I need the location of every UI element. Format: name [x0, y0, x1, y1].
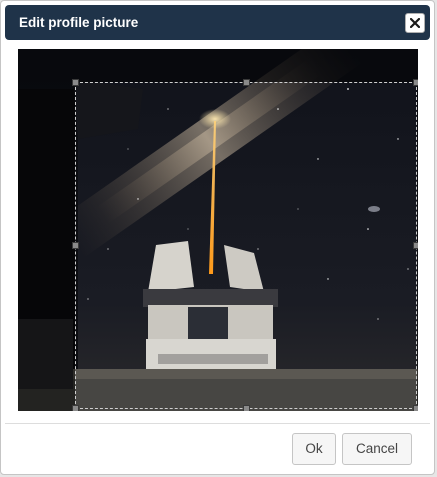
crop-handle-top[interactable] — [243, 79, 250, 86]
close-icon — [410, 18, 420, 28]
crop-handle-top-right[interactable] — [413, 79, 418, 86]
dialog-title: Edit profile picture — [19, 15, 139, 30]
crop-handle-right[interactable] — [413, 242, 418, 249]
crop-handle-left[interactable] — [72, 242, 79, 249]
crop-handle-bottom[interactable] — [243, 405, 250, 411]
close-button[interactable] — [405, 13, 425, 33]
crop-dim-top — [18, 49, 418, 82]
cancel-button[interactable]: Cancel — [342, 433, 412, 465]
crop-dim-left — [18, 82, 75, 411]
dialog-titlebar[interactable]: Edit profile picture — [5, 5, 430, 40]
edit-profile-picture-dialog: Edit profile picture Ok Cancel — [0, 0, 435, 475]
crop-handle-bottom-left[interactable] — [72, 405, 79, 411]
crop-selection[interactable] — [72, 79, 418, 411]
crop-handle-bottom-right[interactable] — [413, 405, 418, 411]
ok-button[interactable]: Ok — [292, 433, 336, 465]
crop-image-area[interactable] — [18, 49, 418, 411]
crop-handle-top-left[interactable] — [72, 79, 79, 86]
dialog-footer-divider — [5, 423, 430, 424]
